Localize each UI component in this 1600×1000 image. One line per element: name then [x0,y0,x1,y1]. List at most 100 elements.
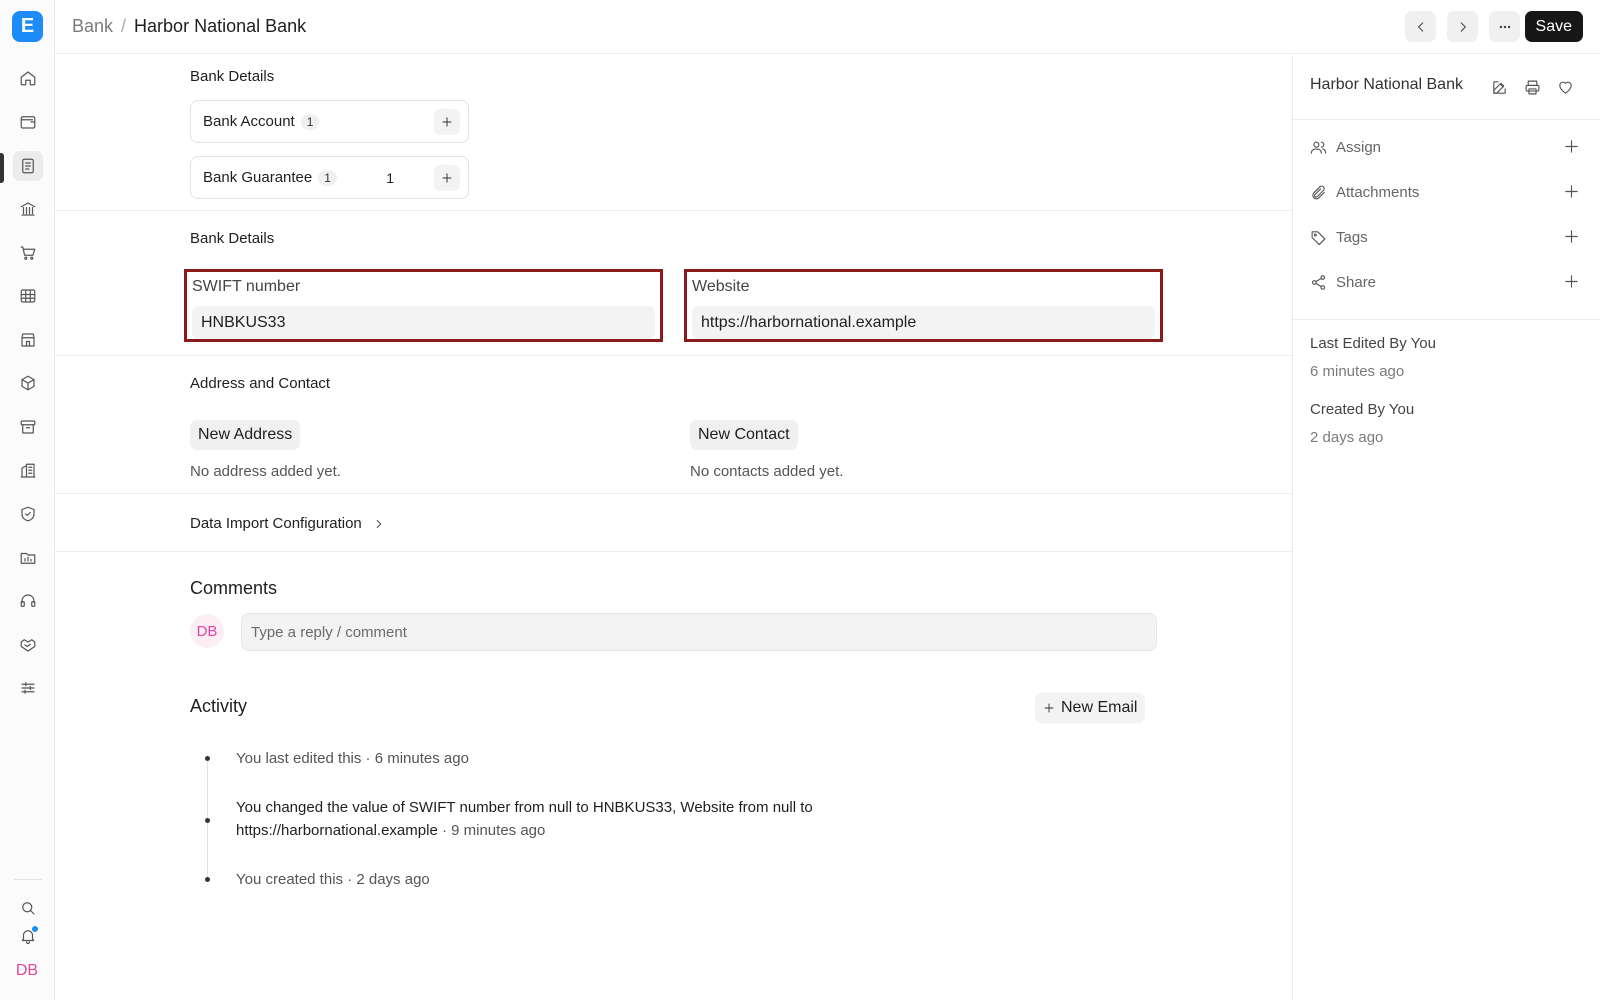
divider [1293,319,1600,320]
timeline-dot [205,877,210,882]
activity-title: Activity [190,696,248,716]
bank-guarantee-badge: 1 [318,169,337,186]
store-icon[interactable] [13,325,43,355]
activity-text: to [572,799,593,816]
heart-icon[interactable] [1555,77,1575,97]
breadcrumb-current: Harbor National Bank [134,16,307,36]
more-button[interactable] [1489,11,1520,42]
bank-guarantee-link[interactable]: Bank Guarantee 1 1 [190,156,469,199]
chevron-left-icon [1417,21,1423,32]
search-icon[interactable] [13,893,43,923]
last-edited-label: Last Edited By You [1310,335,1436,352]
data-import-toggle[interactable]: Data Import Configuration [190,515,386,532]
attachments-label: Attachments [1336,183,1420,201]
comments-title: Comments [190,578,278,598]
handshake-icon[interactable] [13,630,43,660]
chevron-right-icon [376,519,382,528]
headset-icon[interactable] [13,586,43,616]
document-icon[interactable] [13,151,43,181]
archive-icon[interactable] [13,412,43,442]
plus-icon[interactable] [1563,273,1580,290]
record-title: Harbor National Bank [1310,76,1463,93]
breadcrumb: Bank / Harbor National Bank [72,16,306,37]
sidebar: E DB [0,0,55,1000]
assign-label: Assign [1336,138,1382,156]
connections-title: Bank Details [190,68,275,85]
paperclip-icon [1312,185,1325,199]
breadcrumb-parent[interactable]: Bank [72,16,113,37]
more-icon [1499,25,1510,28]
table-icon[interactable] [13,281,43,311]
data-import-title: Data Import Configuration [190,515,362,532]
bank-icon[interactable] [13,194,43,224]
previous-button[interactable] [1405,11,1436,42]
activity-item: You last edited this · 6 minutes ago [236,747,469,770]
assign-row[interactable]: Assign [1310,135,1580,159]
box-icon[interactable] [13,368,43,398]
swift-number-input[interactable]: HNBKUS33 [192,306,655,339]
timeline-dot [205,818,210,823]
edit-icon[interactable] [1489,77,1509,97]
save-button[interactable]: Save [1524,11,1583,42]
chevron-right-icon [1460,21,1466,32]
activity-item: You created this · 2 days ago [236,868,430,891]
divider [1293,119,1600,120]
next-button[interactable] [1447,11,1478,42]
old-value: null [772,799,797,816]
topbar: Bank / Harbor National Bank Save [55,0,1600,54]
print-icon[interactable] [1522,77,1542,97]
plus-icon[interactable] [1563,138,1580,155]
comment-avatar: DB [190,614,224,648]
user-avatar[interactable]: DB [12,958,42,984]
activity-text: You changed the value of SWIFT number fr… [236,799,549,816]
share-row[interactable]: Share [1310,270,1580,294]
new-contact-button[interactable]: New Contact [690,420,798,450]
notification-dot [31,925,39,933]
new-address-button[interactable]: New Address [190,420,301,450]
shield-icon[interactable] [13,499,43,529]
plus-icon[interactable] [1563,183,1580,200]
sliders-icon[interactable] [13,673,43,703]
new-email-button[interactable]: New Email [1035,693,1146,723]
tags-row[interactable]: Tags [1310,225,1580,249]
plus-icon [1044,703,1054,713]
home-icon[interactable] [13,63,43,93]
bell-icon[interactable] [13,921,43,951]
add-bank-account-button[interactable] [434,109,460,135]
sidebar-divider [14,879,42,880]
divider [55,210,1292,211]
add-bank-guarantee-button[interactable] [434,165,460,191]
activity-text: You created this [236,871,344,888]
no-contacts-text: No contacts added yet. [690,463,844,480]
tag-icon [1311,230,1326,245]
activity-text: to [796,799,813,816]
website-input[interactable]: https://harbornational.example [692,306,1155,339]
folder-chart-icon[interactable] [13,543,43,573]
app-logo[interactable]: E [12,11,43,42]
attachments-row[interactable]: Attachments [1310,180,1580,204]
users-icon [1310,141,1327,154]
activity-item: You changed the value of SWIFT number fr… [236,796,936,842]
last-edited-time: 6 minutes ago [1310,363,1405,380]
right-panel: Harbor National Bank Assign Attachments … [1292,55,1600,1000]
no-address-text: No address added yet. [190,463,341,480]
cart-icon[interactable] [13,238,43,268]
bank-account-badge: 1 [300,113,320,130]
swift-number-label: SWIFT number [192,278,301,295]
details-title: Bank Details [190,230,275,247]
divider [55,551,1292,552]
wallet-icon[interactable] [13,107,43,137]
plus-icon[interactable] [1563,228,1580,245]
share-icon [1311,274,1326,290]
share-label: Share [1336,273,1377,291]
main-content: Bank Details Bank Account 1 Bank Guarant… [55,55,1292,1000]
divider [55,355,1292,356]
comment-input[interactable]: Type a reply / comment [241,613,1157,651]
divider [55,493,1292,494]
bank-account-label: Bank Account [203,113,295,130]
building-icon[interactable] [13,456,43,486]
activity-text: You last edited this [236,750,362,767]
new-email-label: New Email [1061,699,1138,716]
timeline-dot [205,756,210,761]
bank-account-link[interactable]: Bank Account 1 [190,100,469,143]
